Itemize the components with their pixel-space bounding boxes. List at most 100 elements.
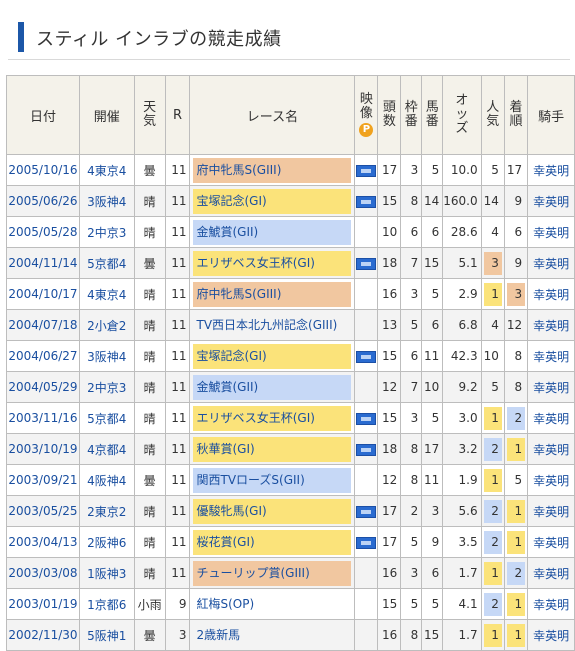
race-name-cell[interactable]: チューリップ賞(GIII)	[189, 557, 356, 589]
jockey-cell[interactable]: 幸英明	[527, 247, 575, 279]
date-cell[interactable]: 2003/11/16	[6, 402, 80, 434]
date-link[interactable]: 2003/11/16	[8, 411, 77, 425]
date-link[interactable]: 2004/05/29	[8, 380, 77, 394]
video-cell[interactable]	[354, 185, 379, 217]
video-cell[interactable]	[354, 526, 379, 558]
jockey-link[interactable]: 幸英明	[533, 505, 569, 519]
race-name-link[interactable]: エリザベス女王杯(GI)	[193, 405, 352, 431]
race-name-link[interactable]: 関西TVローズS(GII)	[193, 467, 352, 493]
jockey-link[interactable]: 幸英明	[533, 536, 569, 550]
venue-cell[interactable]: 5京都4	[78, 247, 135, 279]
race-name-cell[interactable]: 宝塚記念(GI)	[189, 185, 356, 217]
venue-link[interactable]: 4京都4	[87, 443, 126, 457]
race-name-link[interactable]: TV西日本北九州記念(GIII)	[193, 313, 351, 338]
video-cell[interactable]	[354, 402, 379, 434]
race-name-cell[interactable]: エリザベス女王杯(GI)	[189, 247, 356, 279]
race-name-link[interactable]: 桜花賞(GI)	[193, 529, 352, 555]
race-name-cell[interactable]: 金鯱賞(GII)	[189, 216, 356, 248]
venue-link[interactable]: 5京都4	[87, 257, 126, 271]
venue-link[interactable]: 3阪神4	[87, 350, 126, 364]
venue-link[interactable]: 2東京2	[87, 505, 126, 519]
date-cell[interactable]: 2005/06/26	[6, 185, 80, 217]
venue-link[interactable]: 3阪神4	[87, 195, 126, 209]
jockey-cell[interactable]: 幸英明	[527, 557, 575, 589]
venue-cell[interactable]: 2中京3	[78, 216, 135, 248]
video-icon[interactable]	[356, 350, 377, 363]
venue-link[interactable]: 1京都6	[87, 598, 126, 612]
jockey-link[interactable]: 幸英明	[533, 598, 569, 612]
date-cell[interactable]: 2004/06/27	[6, 340, 80, 372]
jockey-cell[interactable]: 幸英明	[527, 588, 575, 620]
race-name-link[interactable]: チューリップ賞(GIII)	[193, 560, 352, 586]
jockey-cell[interactable]: 幸英明	[527, 216, 575, 248]
date-link[interactable]: 2003/01/19	[8, 597, 77, 611]
video-cell[interactable]	[354, 247, 379, 279]
video-icon[interactable]	[356, 443, 377, 456]
jockey-cell[interactable]: 幸英明	[527, 185, 575, 217]
venue-cell[interactable]: 4阪神4	[78, 464, 135, 496]
race-name-link[interactable]: 優駿牝馬(GI)	[193, 498, 352, 524]
venue-cell[interactable]: 4東京4	[78, 278, 135, 310]
video-icon[interactable]	[356, 412, 377, 425]
date-cell[interactable]: 2004/11/14	[6, 247, 80, 279]
date-link[interactable]: 2005/05/28	[8, 225, 77, 239]
date-cell[interactable]: 2003/10/19	[6, 433, 80, 465]
jockey-cell[interactable]: 幸英明	[527, 154, 575, 186]
venue-cell[interactable]: 2小倉2	[78, 309, 135, 341]
race-name-link[interactable]: 金鯱賞(GII)	[193, 219, 352, 245]
jockey-cell[interactable]: 幸英明	[527, 402, 575, 434]
race-name-cell[interactable]: 紅梅S(OP)	[189, 588, 356, 620]
race-name-link[interactable]: 秋華賞(GI)	[193, 436, 352, 462]
race-name-link[interactable]: 府中牝馬S(GIII)	[193, 157, 352, 183]
date-cell[interactable]: 2004/10/17	[6, 278, 80, 310]
jockey-link[interactable]: 幸英明	[533, 164, 569, 178]
venue-cell[interactable]: 2阪神6	[78, 526, 135, 558]
venue-cell[interactable]: 5京都4	[78, 402, 135, 434]
venue-cell[interactable]: 2中京3	[78, 371, 135, 403]
video-cell[interactable]	[354, 154, 379, 186]
jockey-cell[interactable]: 幸英明	[527, 619, 575, 651]
video-icon[interactable]	[356, 164, 377, 177]
venue-link[interactable]: 2中京3	[87, 226, 126, 240]
date-cell[interactable]: 2005/10/16	[6, 154, 80, 186]
date-cell[interactable]: 2005/05/28	[6, 216, 80, 248]
jockey-link[interactable]: 幸英明	[533, 257, 569, 271]
date-link[interactable]: 2003/10/19	[8, 442, 77, 456]
jockey-link[interactable]: 幸英明	[533, 288, 569, 302]
venue-link[interactable]: 1阪神3	[87, 567, 126, 581]
video-cell[interactable]	[354, 433, 379, 465]
jockey-link[interactable]: 幸英明	[533, 195, 569, 209]
video-icon[interactable]	[356, 195, 377, 208]
jockey-cell[interactable]: 幸英明	[527, 278, 575, 310]
venue-cell[interactable]: 4東京4	[78, 154, 135, 186]
jockey-cell[interactable]: 幸英明	[527, 464, 575, 496]
race-name-link[interactable]: エリザベス女王杯(GI)	[193, 250, 352, 276]
venue-link[interactable]: 4阪神4	[87, 474, 126, 488]
date-link[interactable]: 2004/10/17	[8, 287, 77, 301]
date-link[interactable]: 2005/06/26	[8, 194, 77, 208]
venue-cell[interactable]: 2東京2	[78, 495, 135, 527]
venue-link[interactable]: 5阪神1	[87, 629, 126, 643]
jockey-cell[interactable]: 幸英明	[527, 433, 575, 465]
race-name-link[interactable]: 2歳新馬	[193, 623, 351, 648]
venue-cell[interactable]: 3阪神4	[78, 340, 135, 372]
venue-cell[interactable]: 5阪神1	[78, 619, 135, 651]
date-cell[interactable]: 2003/01/19	[6, 588, 80, 620]
jockey-cell[interactable]: 幸英明	[527, 309, 575, 341]
jockey-link[interactable]: 幸英明	[533, 474, 569, 488]
race-name-cell[interactable]: 府中牝馬S(GIII)	[189, 154, 356, 186]
date-cell[interactable]: 2003/04/13	[6, 526, 80, 558]
date-cell[interactable]: 2003/05/25	[6, 495, 80, 527]
jockey-link[interactable]: 幸英明	[533, 443, 569, 457]
jockey-link[interactable]: 幸英明	[533, 319, 569, 333]
race-name-cell[interactable]: 府中牝馬S(GIII)	[189, 278, 356, 310]
venue-cell[interactable]: 4京都4	[78, 433, 135, 465]
date-cell[interactable]: 2004/05/29	[6, 371, 80, 403]
jockey-cell[interactable]: 幸英明	[527, 526, 575, 558]
video-icon[interactable]	[356, 257, 377, 270]
date-link[interactable]: 2003/05/25	[8, 504, 77, 518]
race-name-cell[interactable]: 優駿牝馬(GI)	[189, 495, 356, 527]
venue-link[interactable]: 2中京3	[87, 381, 126, 395]
jockey-cell[interactable]: 幸英明	[527, 371, 575, 403]
jockey-link[interactable]: 幸英明	[533, 350, 569, 364]
